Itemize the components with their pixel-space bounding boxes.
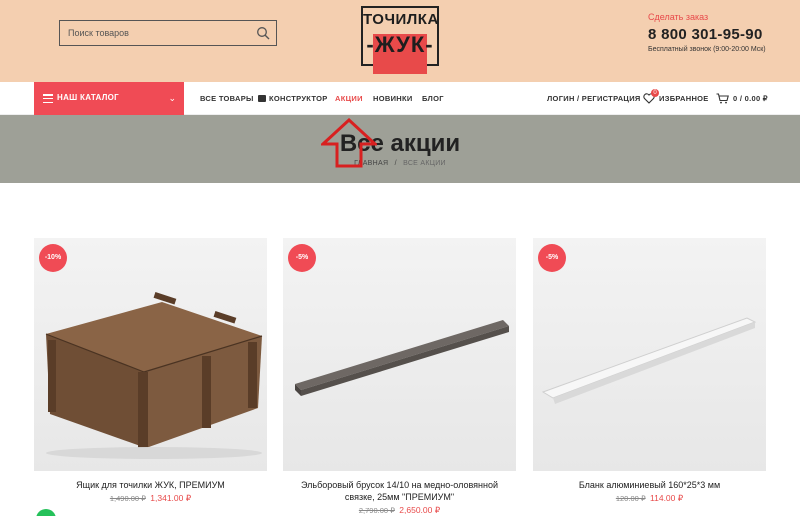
page-hero: Все акции ГЛАВНАЯ / ВСЕ АКЦИИ [0, 115, 800, 183]
top-header: ТОЧИЛКА -ЖУК- Сделать заказ 8 800 301-95… [0, 0, 800, 82]
sale-price: 2,650.00 ₽ [399, 505, 441, 515]
aluminum-blank-image [541, 317, 757, 404]
box-icon [258, 95, 266, 102]
logo-line1: ТОЧИЛКА [363, 11, 439, 28]
product-title[interactable]: Ящик для точилки ЖУК, ПРЕМИУМ [34, 479, 267, 491]
nav-promotions[interactable]: АКЦИИ [335, 94, 363, 103]
product-image[interactable]: -5% [533, 238, 766, 471]
page-title: Все акции [339, 130, 461, 157]
site-logo[interactable]: ТОЧИЛКА -ЖУК- [361, 6, 439, 74]
old-price: 120.00 ₽ [615, 494, 646, 503]
breadcrumb-separator: / [394, 160, 397, 167]
search-input[interactable] [60, 21, 250, 45]
discount-badge: -10% [39, 244, 67, 272]
up-arrow-annotation-icon [321, 118, 377, 168]
product-card[interactable]: -10% Ящик для точилки ЖУК, ПРЕМИУМ 1,490… [34, 238, 267, 504]
sharpening-stone-image [295, 320, 509, 396]
login-register-link[interactable]: ЛОГИН / РЕГИСТРАЦИЯ [547, 94, 641, 103]
old-price: 1,490.00 ₽ [109, 494, 146, 503]
phone-note: Бесплатный звонок (9:00-20:00 Мск) [648, 46, 766, 53]
cart-total[interactable]: 0 / 0.00 ₽ [733, 94, 768, 103]
wishlist-count-badge: 0 [651, 89, 659, 97]
product-card[interactable]: -5% Эльборовый брусок 14/10 на медно-оло… [283, 238, 516, 516]
discount-badge: -5% [288, 244, 316, 272]
product-title[interactable]: Бланк алюминиевый 160*25*3 мм [533, 479, 766, 491]
sale-price: 1,341.00 ₽ [150, 493, 192, 503]
breadcrumb-current: ВСЕ АКЦИИ [403, 160, 446, 167]
order-label[interactable]: Сделать заказ [648, 12, 708, 22]
logo-line2: -ЖУК- [366, 32, 434, 57]
nav-constructor-label: КОНСТРУКТОР [269, 94, 328, 103]
main-nav: НАШ КАТАЛОГ ⌄ ВСЕ ТОВАРЫ КОНСТРУКТОР АКЦ… [0, 82, 800, 115]
chat-widget-icon[interactable] [36, 509, 56, 516]
product-image[interactable]: -10% [34, 238, 267, 471]
product-price: 1,490.00 ₽ 1,341.00 ₽ [34, 493, 267, 504]
old-price: 2,790.00 ₽ [358, 506, 395, 515]
product-title-line2: связке, 25мм "ПРЕМИУМ" [344, 492, 455, 502]
discount-badge: -5% [538, 244, 566, 272]
chevron-down-icon: ⌄ [168, 93, 176, 103]
product-price: 120.00 ₽ 114.00 ₽ [533, 493, 766, 504]
phone-number[interactable]: 8 800 301-95-90 [648, 26, 763, 43]
catalog-menu-button[interactable]: НАШ КАТАЛОГ ⌄ [34, 82, 184, 115]
catalog-label: НАШ КАТАЛОГ [57, 93, 120, 102]
nav-blog[interactable]: БЛОГ [422, 94, 444, 103]
search-icon[interactable] [256, 26, 270, 40]
nav-new[interactable]: НОВИНКИ [373, 94, 413, 103]
hamburger-icon [43, 94, 53, 104]
wishlist-link[interactable]: ИЗБРАННОЕ [659, 94, 709, 103]
product-price: 2,790.00 ₽ 2,650.00 ₽ [283, 505, 516, 516]
product-title[interactable]: Эльборовый брусок 14/10 на медно-оловянн… [283, 479, 516, 503]
wooden-box-image [45, 292, 263, 459]
cart-icon[interactable] [716, 93, 729, 104]
nav-all-products[interactable]: ВСЕ ТОВАРЫ [200, 94, 254, 103]
sale-price: 114.00 ₽ [650, 493, 684, 503]
product-title-line1: Эльборовый брусок 14/10 на медно-оловянн… [301, 480, 498, 490]
product-card[interactable]: -5% Бланк алюминиевый 160*25*3 мм 120.00… [533, 238, 766, 504]
product-image[interactable]: -5% [283, 238, 516, 471]
nav-constructor[interactable]: КОНСТРУКТОР [258, 94, 328, 103]
search-box[interactable] [59, 20, 277, 46]
breadcrumb: ГЛАВНАЯ / ВСЕ АКЦИИ [0, 160, 800, 167]
